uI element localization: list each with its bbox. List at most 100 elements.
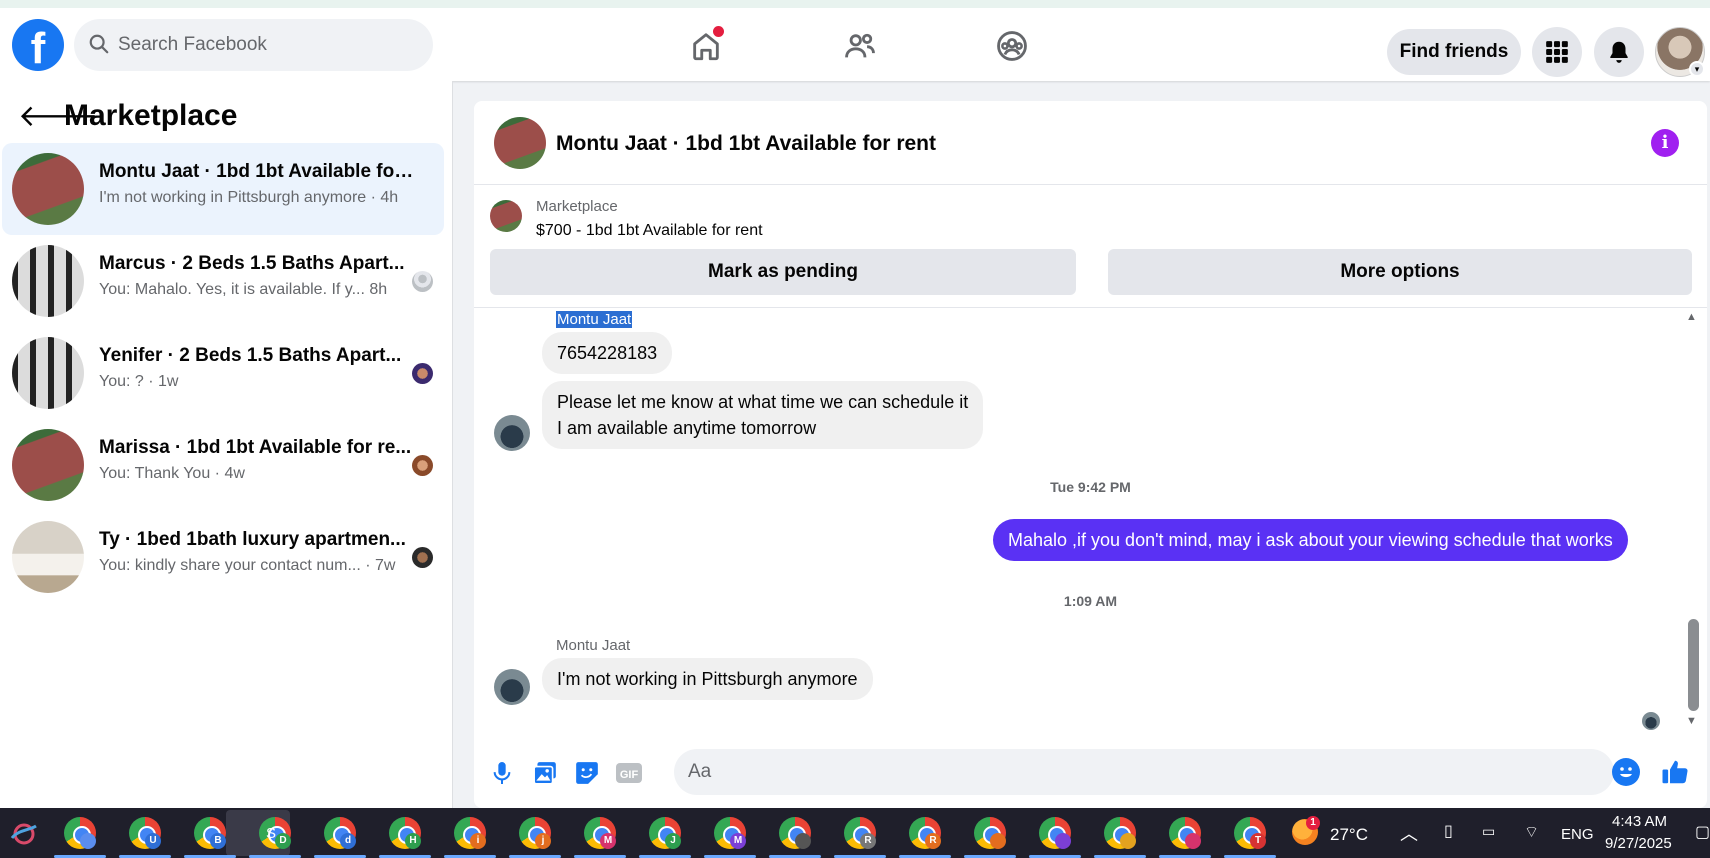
search-input[interactable] — [118, 19, 418, 71]
friends-icon — [845, 33, 875, 58]
menu-grid-icon — [1546, 41, 1568, 63]
info-icon[interactable]: i — [1651, 129, 1679, 157]
language-indicator[interactable]: ENG — [1561, 826, 1594, 843]
conversation-preview: You: ? · 1w — [99, 373, 179, 390]
listing-thumbnail[interactable] — [490, 200, 522, 232]
emoji-icon[interactable] — [1612, 758, 1640, 786]
profile-badge: H — [405, 833, 421, 849]
mark-as-pending-button[interactable]: Mark as pending — [490, 249, 1076, 295]
search-box[interactable] — [74, 19, 433, 71]
profile-badge: M — [600, 833, 616, 849]
notification-center-icon[interactable]: ▢ — [1695, 822, 1710, 842]
chevron-down-icon[interactable]: ▾ — [1689, 61, 1705, 77]
contact-avatar — [412, 547, 433, 568]
listing-thumbnail — [12, 429, 84, 501]
sender-avatar — [494, 669, 530, 705]
sender-avatar — [494, 415, 530, 451]
profile-badge — [80, 833, 96, 849]
page-title: Marketplace — [64, 99, 238, 132]
conversation-preview: You: Mahalo. Yes, it is available. If y.… — [99, 281, 388, 298]
search-icon — [89, 34, 109, 54]
conversation-item[interactable]: Yenifer · 2 Beds 1.5 Baths Apart... You:… — [2, 327, 444, 419]
photo-icon[interactable] — [529, 757, 561, 789]
scrollbar-thumb[interactable] — [1688, 619, 1699, 711]
gif-icon[interactable]: GIF — [613, 757, 645, 789]
seen-indicator-avatar — [1642, 712, 1660, 730]
sender-name: Montu Jaat — [556, 637, 631, 654]
thumbs-up-icon[interactable] — [1660, 757, 1692, 789]
conversation-preview: You: kindly share your contact num... · … — [99, 557, 396, 574]
contact-avatar — [412, 363, 433, 384]
message-line: Please let me know at what time we can s… — [557, 392, 969, 412]
conversation-preview: You: Thank You · 4w — [99, 465, 245, 482]
profile-badge — [1120, 833, 1136, 849]
more-options-button[interactable]: More options — [1108, 249, 1692, 295]
message-line: I am available anytime tomorrow — [557, 418, 817, 438]
listing-avatar[interactable] — [494, 117, 546, 169]
conversation-item[interactable]: Montu Jaat · 1bd 1bt Available for ... I… — [2, 143, 444, 235]
message-composer[interactable] — [674, 749, 1614, 795]
profile-badge: j — [535, 833, 551, 849]
listing-thumbnail — [12, 521, 84, 593]
profile-badge: R — [925, 833, 941, 849]
battery-icon[interactable]: ▭ — [1482, 823, 1495, 840]
groups-nav[interactable] — [990, 26, 1034, 66]
listing-thumbnail — [12, 245, 84, 317]
microphone-icon[interactable] — [486, 757, 518, 789]
conversation-title: Marissa · 1bd 1bt Available for re... — [99, 437, 412, 458]
notification-dot — [713, 26, 724, 37]
groups-icon — [997, 31, 1027, 61]
marketplace-inbox: 🡐 Marketplace Montu Jaat · 1bd 1bt Avail… — [0, 81, 453, 808]
contact-avatar — [412, 455, 433, 476]
profile-badge: J — [665, 833, 681, 849]
chevron-up-icon[interactable]: ︿ — [1400, 820, 1418, 846]
profile-badge: B — [210, 833, 226, 849]
listing-source: Marketplace — [536, 198, 618, 215]
incoming-message[interactable]: Please let me know at what time we can s… — [542, 381, 984, 449]
facebook-logo[interactable]: f — [12, 19, 64, 71]
incoming-message[interactable]: I'm not working in Pittsburgh anymore — [542, 658, 873, 700]
clock-date[interactable]: 9/27/2025 — [1605, 835, 1672, 852]
profile-badge: T — [1250, 833, 1266, 849]
menu-button[interactable] — [1532, 27, 1582, 77]
chat-title[interactable]: Montu Jaat · 1bd 1bt Available for rent — [556, 132, 936, 156]
chat-panel: Montu Jaat · 1bd 1bt Available for rent … — [474, 101, 1707, 808]
chat-header: Montu Jaat · 1bd 1bt Available for rent … — [474, 101, 1707, 185]
svg-text:GIF: GIF — [620, 769, 639, 781]
wifi-icon[interactable]: ⌔ — [1524, 822, 1539, 842]
contact-avatar — [412, 271, 433, 292]
conversation-title: Marcus · 2 Beds 1.5 Baths Apart... — [99, 253, 405, 274]
profile-badge — [990, 833, 1006, 849]
top-navigation-bar: f Find friends ▾ — [0, 0, 1710, 81]
listing-thumbnail — [12, 337, 84, 409]
listing-name[interactable]: $700 - 1bd 1bt Available for rent — [536, 222, 763, 240]
outgoing-message[interactable]: Mahalo ,if you don't mind, may i ask abo… — [993, 519, 1628, 561]
conversation-item[interactable]: Ty · 1bed 1bath luxury apartmen... You: … — [2, 511, 444, 603]
profile-badge: M — [730, 833, 746, 849]
tablet-icon[interactable]: ▯ — [1444, 821, 1453, 841]
timestamp: 1:09 AM — [1063, 593, 1118, 609]
scroll-down-arrow-icon[interactable]: ▼ — [1686, 715, 1697, 727]
message-input[interactable] — [688, 749, 1508, 795]
profile-badge: R — [860, 833, 876, 849]
profile-badge — [795, 833, 811, 849]
notifications-button[interactable] — [1594, 27, 1644, 77]
conversation-item[interactable]: Marcus · 2 Beds 1.5 Baths Apart... You: … — [2, 235, 444, 327]
profile-badge: D — [275, 833, 291, 849]
scroll-up-arrow-icon[interactable]: ▲ — [1686, 311, 1697, 323]
listing-thumbnail — [12, 153, 84, 225]
temperature[interactable]: 27°C — [1330, 825, 1368, 845]
incoming-message[interactable]: 7654228183 — [542, 332, 673, 374]
start-icon[interactable] — [8, 818, 40, 850]
conversation-title: Montu Jaat · 1bd 1bt Available for ... — [99, 161, 419, 182]
sticker-icon[interactable] — [571, 757, 603, 789]
windows-taskbar: UBDdHijMJMRRT S... 1 27°C ︿ ▯ ▭ ⌔ ENG 4:… — [0, 808, 1710, 858]
timestamp: Tue 9:42 PM — [1050, 479, 1131, 495]
clock-time[interactable]: 4:43 AM — [1612, 813, 1667, 830]
friends-nav[interactable] — [838, 26, 882, 66]
find-friends-button[interactable]: Find friends — [1387, 29, 1521, 75]
conversation-item[interactable]: Marissa · 1bd 1bt Available for re... Yo… — [2, 419, 444, 511]
conversation-title: Yenifer · 2 Beds 1.5 Baths Apart... — [99, 345, 402, 366]
home-nav[interactable] — [684, 26, 728, 66]
bell-icon — [1610, 41, 1628, 63]
